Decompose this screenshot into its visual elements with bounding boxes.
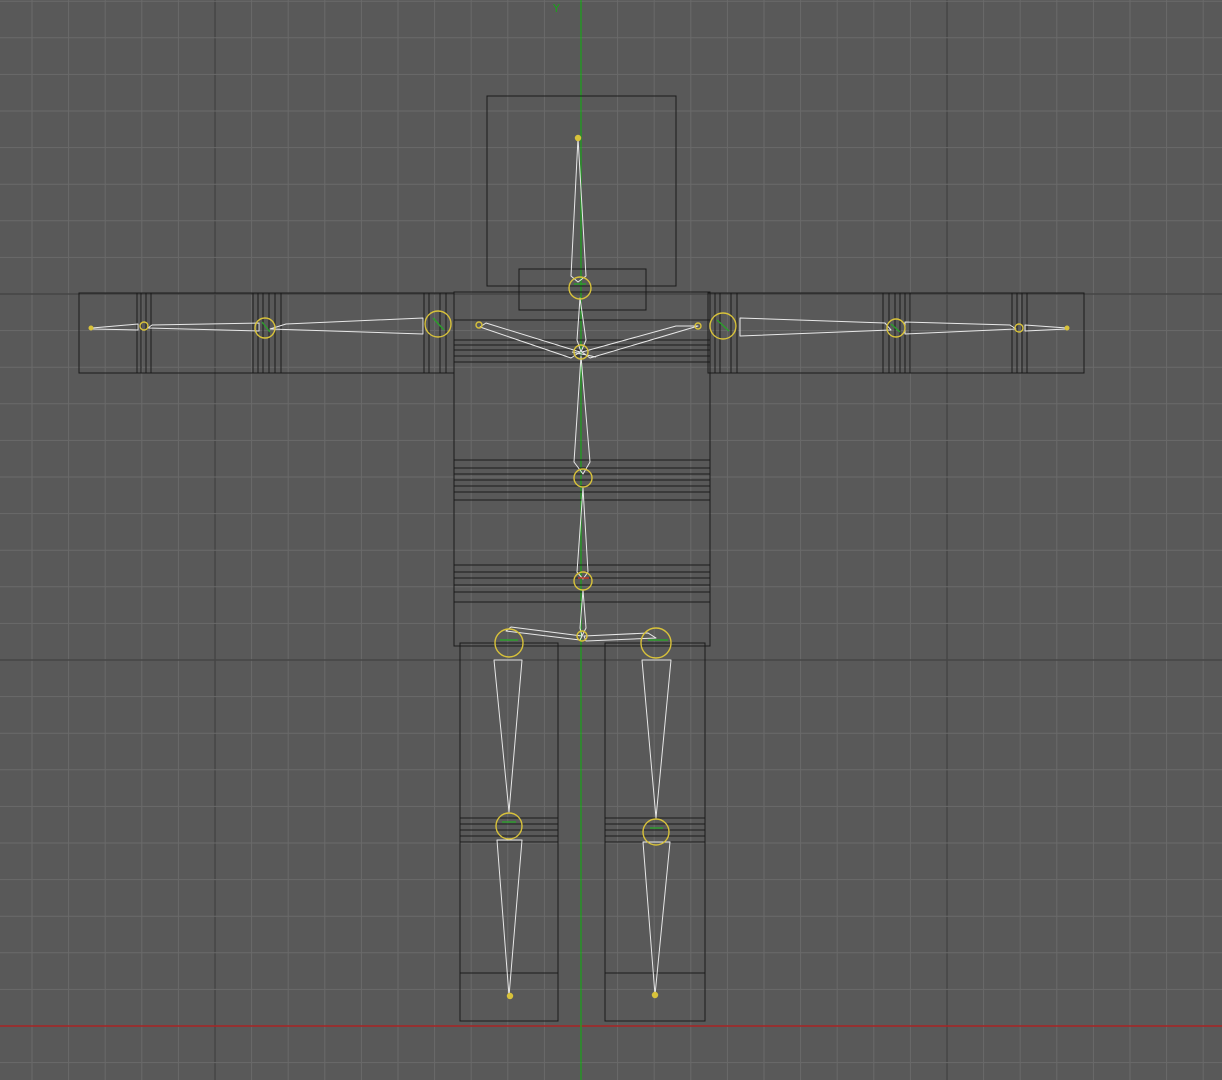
armature-bones[interactable] <box>91 137 1068 997</box>
left-leg-mesh <box>459 642 559 1022</box>
3d-viewport[interactable]: Y <box>0 0 1222 1080</box>
right-arm-edge-loops <box>714 293 1028 373</box>
armature-joints[interactable] <box>88 134 1070 1000</box>
y-axis-label: Y <box>552 2 560 15</box>
bone-upperarm-right <box>739 317 892 337</box>
viewport-grid <box>0 0 1222 1080</box>
joint-clavicle-left <box>475 321 483 329</box>
bone-pelvis-right <box>583 632 657 642</box>
joint-hand-end-left <box>88 325 94 331</box>
bone-forearm-right <box>904 321 1017 335</box>
bone-chest <box>573 355 591 475</box>
joint-hand-end-right <box>1064 325 1070 331</box>
bone-upperarm-left <box>269 317 424 335</box>
bone-shin-right <box>642 841 671 996</box>
joint-knee-left <box>495 812 523 840</box>
joint-ankle-right <box>651 991 659 999</box>
joint-ankle-left <box>506 992 514 1000</box>
bone-head <box>570 137 587 283</box>
bone-thigh-right <box>641 659 672 819</box>
bone-forearm-left <box>147 322 260 332</box>
bone-hand-left <box>91 323 139 331</box>
joint-head-end <box>574 134 582 142</box>
joint-knee-right <box>642 818 670 846</box>
neck-mesh <box>518 268 647 311</box>
left-leg-edge-loops <box>460 817 558 974</box>
right-leg-mesh <box>604 642 706 1022</box>
right-leg-edge-loops <box>605 817 705 974</box>
joint-chest <box>573 468 593 488</box>
